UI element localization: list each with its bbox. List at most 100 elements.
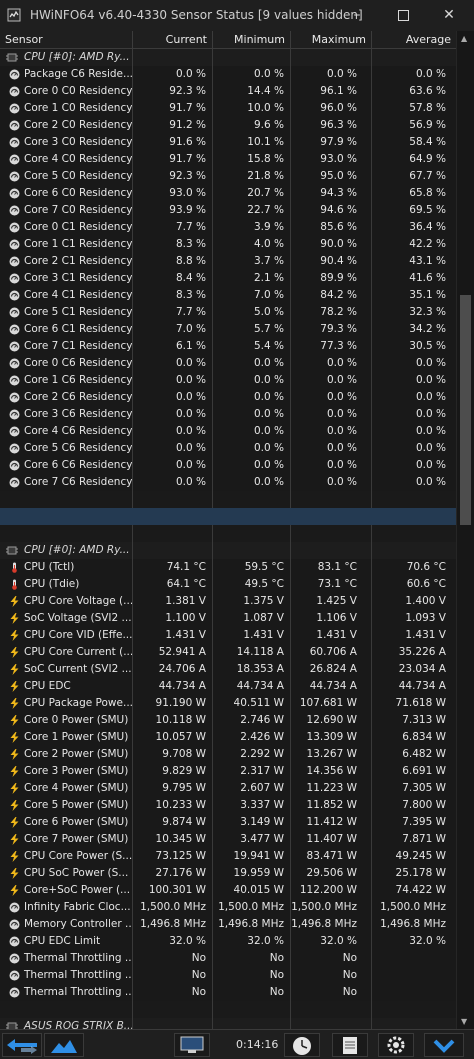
sensor-row[interactable]: Core 3 C0 Residency 91.6 % 10.1 % 97.9 % 58.…: [0, 134, 456, 151]
minimum-value: 5.7 %: [213, 321, 291, 338]
sensor-row[interactable]: Core 4 Power (SMU) 9.795 W 2.607 W 11.223 W…: [0, 780, 456, 797]
report-button[interactable]: [332, 1033, 368, 1057]
maximize-button[interactable]: [386, 0, 420, 31]
column-average[interactable]: Average: [372, 31, 456, 48]
blank-row: [0, 491, 456, 508]
sensor-row[interactable]: Core 5 Power (SMU) 10.233 W 3.337 W 11.852 …: [0, 797, 456, 814]
sensor-row[interactable]: Core 0 C0 Residency 92.3 % 14.4 % 96.1 % 63.…: [0, 83, 456, 100]
sensor-name: Core 1 Power (SMU): [0, 729, 133, 746]
sensor-row[interactable]: Package C6 Reside... 0.0 % 0.0 % 0.0 % 0.0 %: [0, 66, 456, 83]
sensor-row[interactable]: Core 4 C6 Residency 0.0 % 0.0 % 0.0 % 0.0 %: [0, 423, 456, 440]
sensor-row[interactable]: Core 1 Power (SMU) 10.057 W 2.426 W 13.309 …: [0, 729, 456, 746]
sensor-row[interactable]: Core 7 Power (SMU) 10.345 W 3.477 W 11.407 …: [0, 831, 456, 848]
sensor-group-header[interactable]: ASUS ROG STRIX B...: [0, 1018, 456, 1029]
reset-button[interactable]: [284, 1033, 320, 1057]
average-value: 7.871 W: [402, 833, 446, 845]
settings-button[interactable]: [378, 1033, 414, 1057]
sensor-row[interactable]: Core 7 C1 Residency 6.1 % 5.4 % 77.3 % 30.5 …: [0, 338, 456, 355]
sensor-row[interactable]: CPU (Tctl) 74.1 °C 59.5 °C 83.1 °C 70.6 °C: [0, 559, 456, 576]
sensor-row[interactable]: Core 7 C6 Residency 0.0 % 0.0 % 0.0 % 0.0 %: [0, 474, 456, 491]
column-maximum[interactable]: Maximum: [291, 31, 372, 48]
sensor-row[interactable]: Core 6 C6 Residency 0.0 % 0.0 % 0.0 % 0.0 %: [0, 457, 456, 474]
maximum-value: 0.0 %: [291, 406, 372, 423]
average-value: 71.618 W: [395, 697, 446, 709]
sensor-row[interactable]: Core+SoC Power (... 100.301 W 40.015 W 112.…: [0, 882, 456, 899]
navigate-arrows-button[interactable]: [2, 1033, 42, 1057]
sensor-name: Core 6 C1 Residency: [0, 321, 133, 338]
sensor-row[interactable]: Core 2 C1 Residency 8.8 % 3.7 % 90.4 % 43.1 …: [0, 253, 456, 270]
current-value: 64.1 °C: [133, 576, 213, 593]
sensor-list[interactable]: CPU [#0]: AMD Ry... Package C6 Reside... 0…: [0, 49, 456, 1029]
average-value: [372, 950, 456, 967]
average-value: 1,500.0 MHz: [380, 901, 446, 913]
sensor-name: Core 7 C6 Residency: [0, 474, 133, 491]
sensor-row[interactable]: Core 0 C1 Residency 7.7 % 3.9 % 85.6 % 36.4 …: [0, 219, 456, 236]
sensor-row[interactable]: Thermal Throttling ... No No No: [0, 984, 456, 1001]
scroll-up-icon[interactable]: ▲: [461, 34, 467, 43]
sensor-row[interactable]: CPU Core Current (... 52.941 A 14.118 A 60.…: [0, 644, 456, 661]
sensor-row[interactable]: Core 7 C0 Residency 93.9 % 22.7 % 94.6 % 69.…: [0, 202, 456, 219]
vertical-scrollbar[interactable]: ▲ ▼: [456, 31, 474, 1029]
sensor-row[interactable]: Core 0 C6 Residency 0.0 % 0.0 % 0.0 % 0.0 %: [0, 355, 456, 372]
maximum-value: 1.431 V: [291, 627, 372, 644]
sensor-name: CPU Core Voltage (...: [0, 593, 133, 610]
sensor-row[interactable]: Core 1 C0 Residency 91.7 % 10.0 % 96.0 % 57.…: [0, 100, 456, 117]
sensor-row[interactable]: Core 2 C6 Residency 0.0 % 0.0 % 0.0 % 0.0 %: [0, 389, 456, 406]
sensor-row[interactable]: Core 2 C0 Residency 91.2 % 9.6 % 96.3 % 56.9…: [0, 117, 456, 134]
sensor-row[interactable]: Core 1 C6 Residency 0.0 % 0.0 % 0.0 % 0.0 %: [0, 372, 456, 389]
column-sensor[interactable]: Sensor: [0, 31, 133, 48]
close-button[interactable]: ✕: [432, 0, 466, 31]
sensor-row[interactable]: CPU Core VID (Effe... 1.431 V 1.431 V 1.431…: [0, 627, 456, 644]
minimum-value: 3.337 W: [213, 797, 291, 814]
sensor-row[interactable]: CPU SoC Power (S... 27.176 W 19.959 W 29.50…: [0, 865, 456, 882]
sensor-row[interactable]: Infinity Fabric Cloc... 1,500.0 MHz 1,500.…: [0, 899, 456, 916]
sensor-name: Core 2 C0 Residency: [0, 117, 133, 134]
sensor-group-header[interactable]: CPU [#0]: AMD Ry...: [0, 542, 456, 559]
maximum-value: 96.0 %: [291, 100, 372, 117]
column-current[interactable]: Current: [133, 31, 213, 48]
sensor-row[interactable]: SoC Voltage (SVI2 ... 1.100 V 1.087 V 1.106…: [0, 610, 456, 627]
sensor-row[interactable]: Thermal Throttling ... No No No: [0, 967, 456, 984]
sensor-row[interactable]: Thermal Throttling ... No No No: [0, 950, 456, 967]
column-minimum[interactable]: Minimum: [213, 31, 291, 48]
sensor-row[interactable]: Core 1 C1 Residency 8.3 % 4.0 % 90.0 % 42.2 …: [0, 236, 456, 253]
blank-row: [0, 1001, 456, 1018]
maximum-value: 1,496.8 MHz: [291, 916, 372, 933]
sensor-row[interactable]: CPU Core Voltage (... 1.381 V 1.375 V 1.425…: [0, 593, 456, 610]
sensor-row[interactable]: Core 4 C1 Residency 8.3 % 7.0 % 84.2 % 35.1 …: [0, 287, 456, 304]
sensor-row[interactable]: SoC Current (SVI2 ... 24.706 A 18.353 A 26.…: [0, 661, 456, 678]
minimum-value: 22.7 %: [213, 202, 291, 219]
sensor-row[interactable]: CPU Core Power (S... 73.125 W 19.941 W 83.4…: [0, 848, 456, 865]
current-value: 92.3 %: [133, 168, 213, 185]
sensor-row[interactable]: Core 0 Power (SMU) 10.118 W 2.746 W 12.690 …: [0, 712, 456, 729]
sensor-toggle-button[interactable]: [44, 1033, 84, 1057]
sensor-row[interactable]: Core 6 Power (SMU) 9.874 W 3.149 W 11.412 W…: [0, 814, 456, 831]
sensor-row[interactable]: Core 2 Power (SMU) 9.708 W 2.292 W 13.267 W…: [0, 746, 456, 763]
sensor-row[interactable]: Core 5 C6 Residency 0.0 % 0.0 % 0.0 % 0.0 %: [0, 440, 456, 457]
sensor-row[interactable]: Core 4 C0 Residency 91.7 % 15.8 % 93.0 % 64.…: [0, 151, 456, 168]
collapse-button[interactable]: [424, 1033, 464, 1057]
sensor-row[interactable]: CPU EDC Limit 32.0 % 32.0 % 32.0 % 32.0 %: [0, 933, 456, 950]
monitor-button[interactable]: [174, 1033, 210, 1057]
sensor-row[interactable]: Core 5 C0 Residency 92.3 % 21.8 % 95.0 % 67.…: [0, 168, 456, 185]
sensor-row[interactable]: Core 3 C1 Residency 8.4 % 2.1 % 89.9 % 41.6 …: [0, 270, 456, 287]
sensor-row[interactable]: Core 6 C1 Residency 7.0 % 5.7 % 79.3 % 34.2 …: [0, 321, 456, 338]
sensor-row[interactable]: CPU Package Powe... 91.190 W 40.511 W 107.6…: [0, 695, 456, 712]
sensor-row[interactable]: Memory Controller ... 1,496.8 MHz 1,496.8 …: [0, 916, 456, 933]
sensor-group-header[interactable]: CPU [#0]: AMD Ry...: [0, 49, 456, 66]
average-value: 57.8 %: [409, 102, 446, 114]
sensor-row[interactable]: Core 5 C1 Residency 7.7 % 5.0 % 78.2 % 32.3 …: [0, 304, 456, 321]
maximum-value: 32.0 %: [291, 933, 372, 950]
sensor-row[interactable]: CPU (Tdie) 64.1 °C 49.5 °C 73.1 °C 60.6 °C: [0, 576, 456, 593]
minimize-button[interactable]: –: [340, 0, 374, 31]
sensor-name: Core 7 C1 Residency: [0, 338, 133, 355]
sensor-name: Core 4 C6 Residency: [0, 423, 133, 440]
sensor-row[interactable]: CPU EDC 44.734 A 44.734 A 44.734 A 44.734 A: [0, 678, 456, 695]
sensor-row[interactable]: Core 6 C0 Residency 93.0 % 20.7 % 94.3 % 65.…: [0, 185, 456, 202]
sensor-row[interactable]: Core 3 Power (SMU) 9.829 W 2.317 W 14.356 W…: [0, 763, 456, 780]
minimum-value: 19.959 W: [213, 865, 291, 882]
sensor-row[interactable]: Core 3 C6 Residency 0.0 % 0.0 % 0.0 % 0.0 %: [0, 406, 456, 423]
scroll-thumb[interactable]: [460, 295, 471, 525]
scroll-down-icon[interactable]: ▼: [461, 1017, 467, 1026]
current-value: 93.0 %: [133, 185, 213, 202]
